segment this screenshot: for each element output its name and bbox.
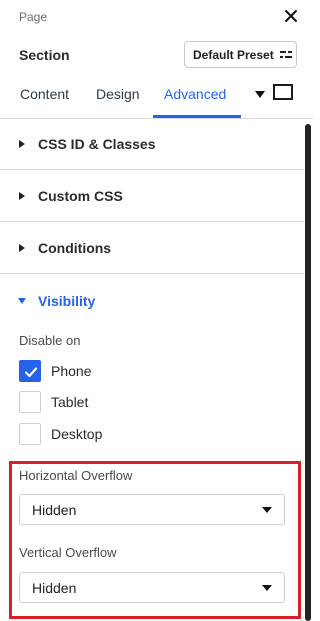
caret-right-icon	[19, 243, 25, 252]
checkbox-label: Phone	[51, 363, 92, 379]
accordion-label: Conditions	[38, 239, 112, 256]
accordion-label: Visibility	[38, 293, 96, 309]
preset-button-label: Default Preset	[193, 47, 274, 62]
checkbox-phone[interactable]: Phone	[19, 360, 91, 382]
checkbox[interactable]	[19, 391, 41, 413]
accordion-custom-css[interactable]: Custom CSS	[0, 170, 304, 222]
tab-content[interactable]: Content	[20, 86, 69, 102]
checkbox-tablet[interactable]: Tablet	[19, 391, 88, 413]
tab-design[interactable]: Design	[96, 86, 140, 102]
advanced-panel: CSS ID & Classes Custom CSS Conditions V…	[0, 118, 304, 621]
caret-down-icon[interactable]	[255, 91, 265, 99]
caret-down-icon	[18, 298, 26, 304]
disable-on-label: Disable on	[19, 333, 81, 348]
checkbox-desktop[interactable]: Desktop	[19, 423, 102, 445]
accordion-visibility[interactable]: Visibility	[0, 275, 304, 327]
caret-right-icon	[19, 191, 25, 200]
preset-options-icon	[279, 50, 292, 58]
preset-button[interactable]: Default Preset	[184, 41, 297, 68]
breadcrumb[interactable]: Page	[19, 10, 47, 24]
section-title: Section	[19, 47, 70, 63]
accordion-conditions[interactable]: Conditions	[0, 222, 304, 274]
tab-bar: Content Design Advanced	[0, 78, 313, 119]
accordion-css-id-classes[interactable]: CSS ID & Classes	[0, 118, 304, 170]
accordion-label: Custom CSS	[38, 187, 123, 204]
checkbox[interactable]	[19, 360, 41, 382]
close-icon[interactable]	[283, 8, 299, 24]
checkbox[interactable]	[19, 423, 41, 445]
checkbox-label: Tablet	[51, 394, 89, 410]
tab-advanced[interactable]: Advanced	[164, 86, 226, 102]
square-view-icon[interactable]	[273, 84, 293, 100]
accordion-label: CSS ID & Classes	[38, 135, 156, 152]
checkbox-label: Desktop	[51, 426, 103, 442]
check-icon	[24, 367, 38, 378]
scrollbar[interactable]	[305, 124, 311, 621]
caret-right-icon	[19, 139, 25, 148]
settings-header: Page Section Default Preset Content Desi…	[0, 0, 313, 119]
overflow-highlight-box	[9, 461, 301, 619]
